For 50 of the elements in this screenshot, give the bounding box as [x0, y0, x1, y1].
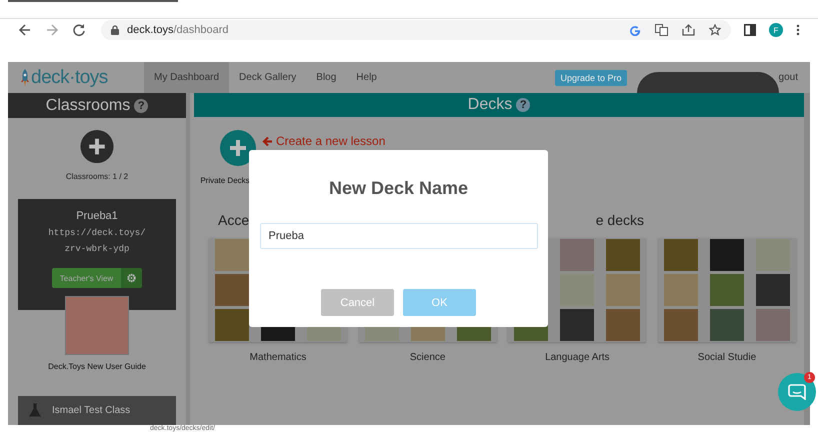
guide-title[interactable]: Deck.Toys New User Guide [48, 362, 146, 371]
guide-thumbnail[interactable] [65, 296, 129, 355]
classroom-link: https://deck.toys/ [48, 228, 146, 238]
create-lesson-link[interactable]: Create a new lesson [262, 134, 386, 148]
chat-button[interactable] [778, 373, 816, 411]
side-panel-icon[interactable] [744, 24, 756, 36]
add-deck-icon[interactable] [220, 130, 256, 166]
classroom-card[interactable]: Ismael Test Class [18, 396, 176, 425]
section-heading: e decks [596, 212, 644, 228]
url-text: deck.toys/dashboard [127, 24, 229, 36]
settings-button[interactable] [121, 268, 142, 288]
private-decks-label: Private Decks [200, 176, 250, 185]
help-badge[interactable]: ? [134, 98, 148, 113]
logout-link[interactable]: gout [778, 72, 798, 83]
add-classroom-icon[interactable] [80, 130, 114, 164]
category-label[interactable]: Social Studie [698, 352, 756, 363]
upgrade-button[interactable]: Upgrade to Pro [555, 70, 627, 86]
settings-icon [127, 273, 136, 284]
reload-icon[interactable] [72, 23, 86, 38]
classroom-link: zrv-wbrk-ydp [64, 244, 130, 254]
decks-title: Decks [468, 96, 512, 114]
dialog-title: New Deck Name [328, 178, 468, 199]
classroom-name: Ismael Test Class [52, 404, 130, 416]
category-label[interactable]: Mathematics [250, 352, 306, 363]
star-icon[interactable] [709, 24, 721, 36]
flask-icon [28, 403, 42, 418]
lock-icon [111, 25, 119, 36]
nav-tab[interactable]: Blog [306, 62, 346, 93]
section-heading: Acce [218, 212, 250, 228]
category-label[interactable]: Language Arts [545, 352, 610, 363]
classroom-name: Prueba1 [76, 210, 118, 222]
teacher-view-button[interactable]: Teacher's View [52, 268, 122, 288]
google-icon[interactable] [629, 24, 641, 36]
deck-name-field[interactable]: Prueba [260, 223, 538, 249]
menu-icon[interactable] [796, 24, 800, 36]
classroom-card[interactable]: Prueba1 https://deck.toys/ zrv-wbrk-ydp Teacher's View [18, 199, 176, 310]
category-label[interactable]: Science [410, 352, 446, 363]
nav-tab[interactable]: My Dashboard [144, 62, 230, 93]
share-icon[interactable] [682, 24, 695, 36]
rocket-icon [20, 68, 30, 86]
arrow-left-icon [262, 136, 273, 146]
help-badge[interactable]: ? [516, 98, 530, 112]
back-icon[interactable] [18, 23, 32, 38]
profile-avatar[interactable]: F [769, 23, 783, 38]
classroom-count: Classrooms: 1 / 2 [66, 172, 128, 182]
nav-tab[interactable]: Deck Gallery [229, 62, 306, 93]
nav-tab[interactable]: Help [346, 62, 387, 93]
sidebar-title: Classrooms [46, 96, 130, 115]
address-bar[interactable]: deck.toys/dashboard [101, 20, 731, 40]
chat-icon [788, 384, 806, 400]
